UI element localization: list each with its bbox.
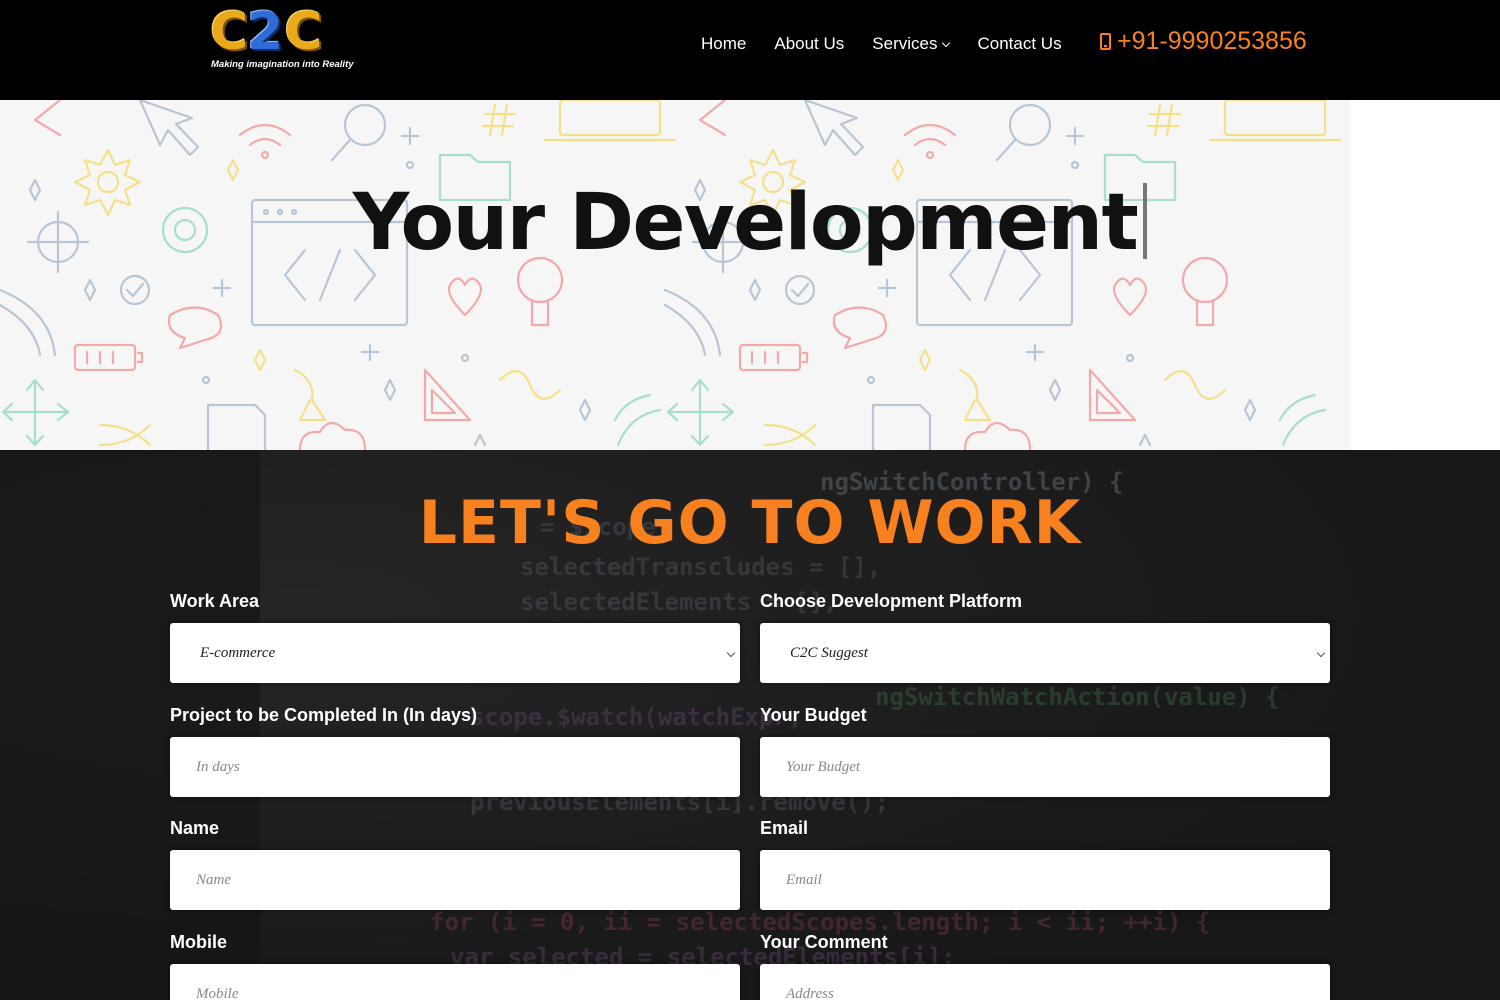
hero-heading: Your Development	[0, 178, 1350, 268]
work-area-label: Work Area	[170, 591, 260, 611]
hero-heading-text: Your Development	[352, 178, 1139, 268]
nav-contact-us[interactable]: Contact Us	[977, 34, 1061, 54]
comment-label: Your Comment	[760, 932, 888, 952]
nav-contact-label: Contact Us	[977, 34, 1062, 53]
main-nav: Home About Us Services Contact Us	[701, 33, 1090, 55]
work-area-value: E-commerce	[200, 644, 276, 661]
comment-placeholder: Address	[786, 986, 834, 1000]
email-input[interactable]: Email	[760, 850, 1330, 910]
days-placeholder: In days	[196, 758, 240, 775]
work-form-section: ngSwitchController) { = $scope. selected…	[0, 450, 1500, 1000]
days-input[interactable]: In days	[170, 737, 740, 797]
chevron-down-icon	[942, 38, 951, 47]
logo[interactable]: C2C Making imagination into Reality	[210, 2, 354, 74]
name-placeholder: Name	[196, 871, 231, 888]
hero-banner: Your Development	[0, 100, 1350, 450]
platform-label: Choose Development Platform	[760, 591, 1023, 611]
nav-about-label: About Us	[774, 34, 845, 53]
work-area-select[interactable]: E-commerce	[170, 623, 740, 683]
mobile-input[interactable]: Mobile	[170, 964, 740, 1000]
nav-services-label: Services	[872, 34, 938, 53]
mobile-label: Mobile	[170, 932, 227, 952]
platform-value: C2C Suggest	[790, 644, 868, 661]
mobile-phone-icon	[1100, 33, 1111, 50]
days-label: Project to be Completed In (In days)	[170, 705, 478, 725]
platform-select[interactable]: C2C Suggest	[760, 623, 1330, 683]
email-label: Email	[760, 818, 809, 838]
nav-services[interactable]: Services	[872, 34, 951, 54]
budget-placeholder: Your Budget	[786, 758, 861, 775]
email-placeholder: Email	[786, 871, 822, 888]
budget-label: Your Budget	[760, 705, 867, 725]
nav-about-us[interactable]: About Us	[774, 34, 844, 54]
logo-mark: C2C	[210, 2, 323, 62]
work-form-title: LET'S GO TO WORK	[418, 488, 1082, 558]
phone-link[interactable]: +91-9990253856	[1100, 27, 1307, 56]
mobile-placeholder: Mobile	[196, 986, 239, 1000]
comment-textarea[interactable]: Address	[760, 964, 1330, 1000]
logo-tagline: Making imagination into Reality	[211, 59, 354, 70]
typing-cursor	[1143, 183, 1148, 259]
nav-home[interactable]: Home	[701, 34, 746, 54]
phone-number: +91-9990253856	[1117, 27, 1307, 55]
site-header: C2C Making imagination into Reality Home…	[0, 0, 1500, 100]
chevron-down-icon	[1316, 648, 1326, 658]
chevron-down-icon	[726, 648, 736, 658]
budget-input[interactable]: Your Budget	[760, 737, 1330, 797]
name-input[interactable]: Name	[170, 850, 740, 910]
nav-home-label: Home	[701, 34, 747, 53]
doodle-pattern-background	[0, 100, 1342, 450]
name-label: Name	[170, 818, 220, 838]
